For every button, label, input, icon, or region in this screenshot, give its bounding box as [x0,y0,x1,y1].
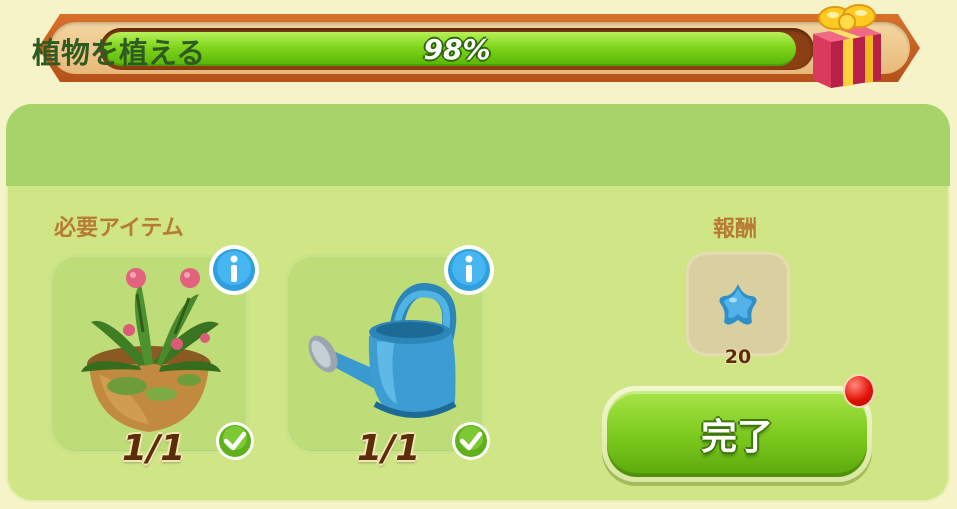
gift-box-icon[interactable] [805,0,887,88]
reward-label: 報酬 [713,217,758,242]
complete-button-face[interactable]: 完了 [607,391,867,477]
item-count-potted-plant: 1/1 [122,428,186,469]
check-icon [216,422,254,460]
blue-star-icon [719,284,757,325]
reward-card[interactable] [686,252,790,356]
check-icon [452,422,490,460]
info-icon[interactable] [208,244,260,296]
reward-amount: 20 [724,346,752,368]
complete-button[interactable]: 完了 [602,386,872,482]
progress-percent-text: 98% [423,32,491,66]
info-icon[interactable] [443,244,495,296]
complete-button-label: 完了 [700,417,773,458]
item-count-watering-can: 1/1 [357,428,421,469]
panel-title: 植物を植える [32,36,206,70]
panel-header [6,104,950,186]
notification-dot [845,376,873,406]
required-items-label: 必要アイテム [54,216,184,241]
